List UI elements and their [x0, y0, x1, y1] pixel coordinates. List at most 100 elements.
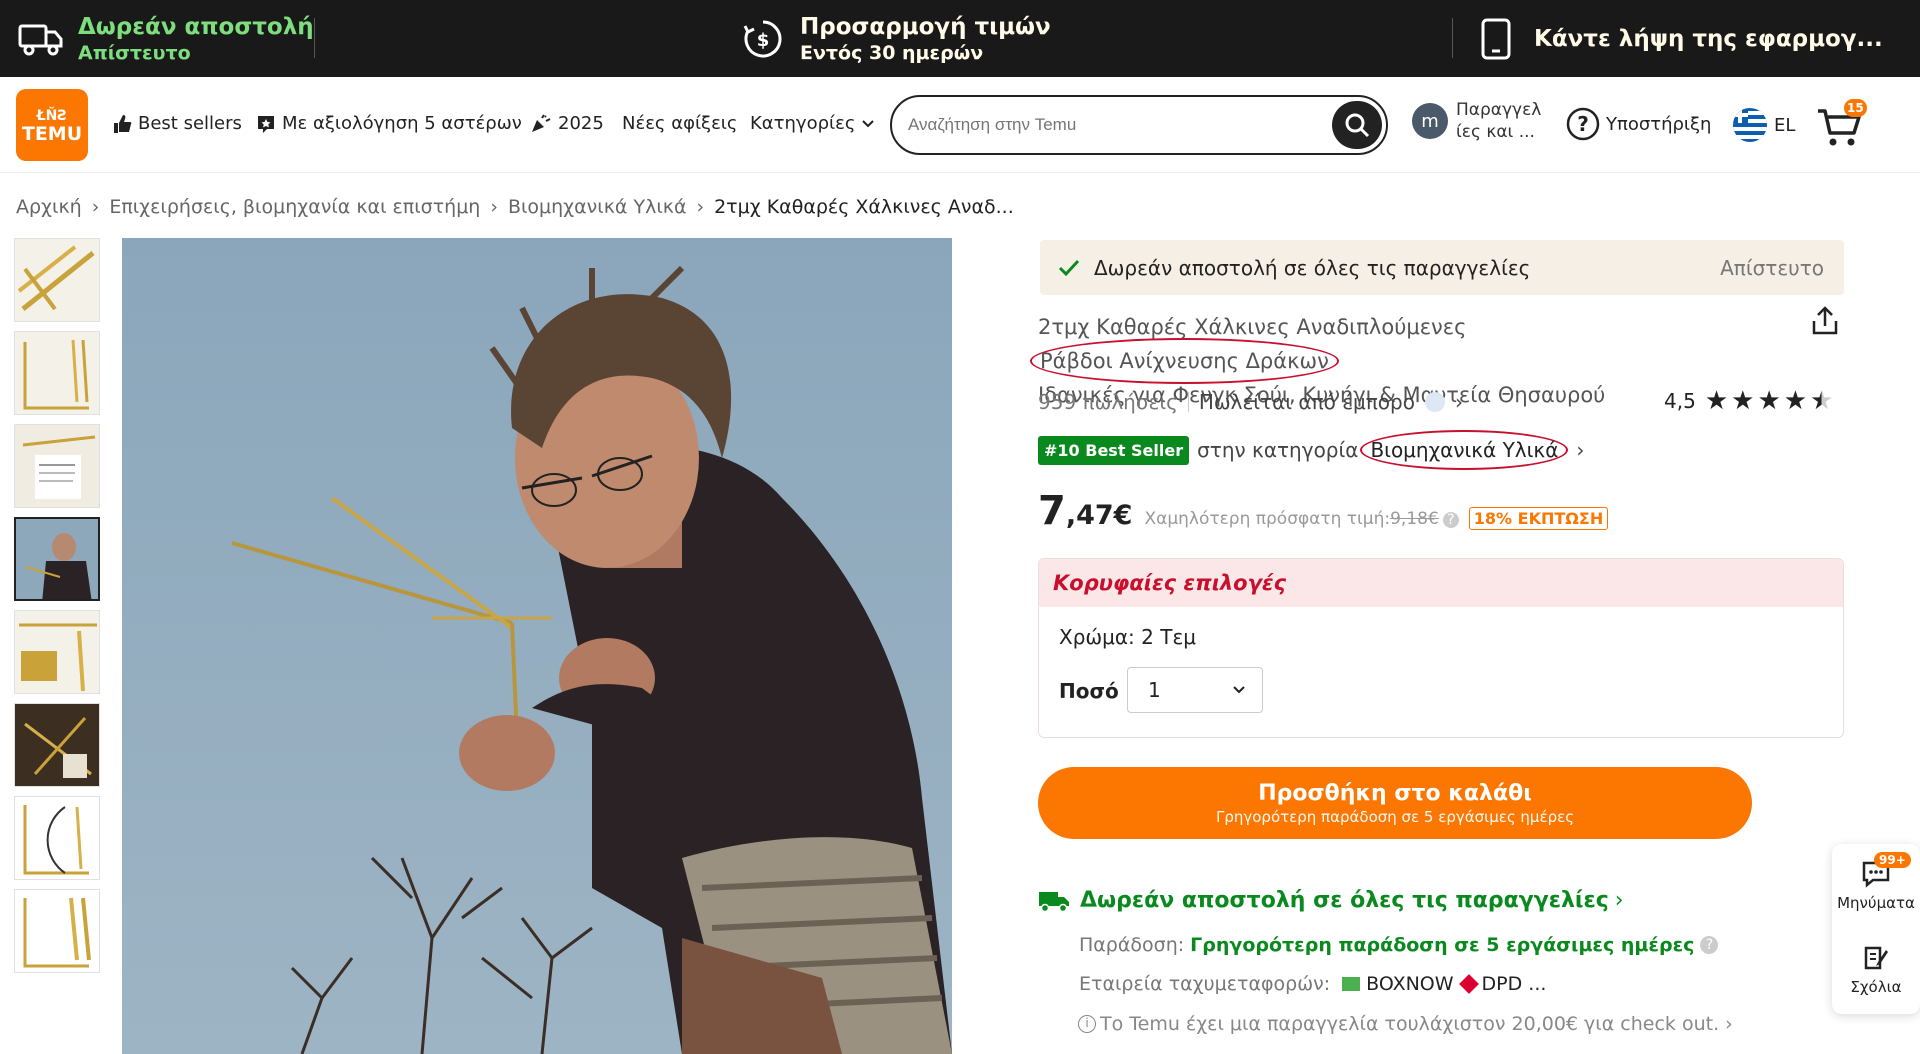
- nav-categories[interactable]: Κατηγορίες: [750, 113, 875, 134]
- breadcrumb-subcategory[interactable]: Βιομηχανικά Υλικά: [508, 196, 687, 218]
- thumbnail-6[interactable]: [14, 703, 100, 787]
- delivery-value: Γρηγορότερη παράδοση σε 5 εργάσιμες ημέρ…: [1190, 934, 1695, 956]
- thumbnail-8[interactable]: [14, 889, 100, 973]
- support-link[interactable]: ? Υποστήριξη: [1566, 107, 1711, 141]
- price-adjust-promo[interactable]: $ Προσαρμογή τιμών Εντός 30 ημερών: [742, 0, 1051, 77]
- nav-five-star[interactable]: Με αξιολόγηση 5 αστέρων: [256, 113, 522, 134]
- messages-button[interactable]: 99+ Μηνύματα: [1832, 852, 1920, 912]
- sold-by[interactable]: Πωλείται από έμπορο: [1199, 390, 1415, 414]
- title-text: 2τμχ Καθαρές Χάλκινες Αναδιπλούμενες: [1038, 315, 1467, 339]
- nav-label: Best sellers: [138, 113, 242, 134]
- best-seller-badge: #10 Best Seller: [1038, 435, 1190, 465]
- breadcrumb-home[interactable]: Αρχική: [16, 196, 82, 218]
- thumbnail-7[interactable]: [14, 796, 100, 880]
- top-choices-panel: Κορυφαίες επιλογές Χρώμα: 2 Τεμ Ποσό 1: [1038, 558, 1844, 738]
- free-shipping-banner: Δωρεάν αποστολή σε όλες τις παραγγελίες …: [1040, 240, 1844, 295]
- party-popper-icon: [532, 113, 551, 132]
- breadcrumb-category[interactable]: Επιχειρήσεις, βιομηχανία και επιστήμη: [109, 196, 480, 218]
- color-label: Χρώμα: 2 Τεμ: [1059, 625, 1196, 649]
- free-shipping-banner-text: Δωρεάν αποστολή σε όλες τις παραγγελίες: [1094, 255, 1531, 280]
- nav-label: Κατηγορίες: [750, 113, 856, 134]
- nav-label: 2025: [558, 113, 604, 134]
- info-icon: ?: [1442, 512, 1459, 528]
- chevron-right-icon: ›: [1614, 888, 1624, 913]
- breadcrumb: Αρχική › Επιχειρήσεις, βιομηχανία και επι…: [16, 196, 1014, 218]
- help-circle-icon: ?: [1566, 107, 1600, 141]
- breadcrumb-separator: ›: [696, 196, 705, 218]
- main-product-image[interactable]: [122, 238, 952, 1054]
- half-star-icon: ★: [1810, 386, 1834, 416]
- add-to-cart-sublabel: Γρηγορότερη παράδοση σε 5 εργάσιμες ημέρ…: [1215, 807, 1575, 826]
- chevron-right-icon: ›: [1725, 1013, 1733, 1035]
- language-selector[interactable]: EL: [1732, 107, 1795, 143]
- chevron-down-icon: [862, 119, 875, 127]
- dollar-refresh-icon: $: [743, 20, 782, 57]
- top-promo-bar: Δωρεάν αποστολή Απίστευτο $ Προσαρμογή τ…: [0, 0, 1920, 77]
- delivery-row: Παράδοση: Γρηγορότερη παράδοση σε 5 εργά…: [1079, 934, 1719, 956]
- add-to-cart-button[interactable]: Προσθήκη στο καλάθι Γρηγορότερη παράδοση…: [1038, 767, 1752, 839]
- price-adjust-subtitle: Εντός 30 ημερών: [800, 41, 984, 64]
- breadcrumb-separator: ›: [490, 196, 498, 218]
- breadcrumb-current: 2τμχ Καθαρές Χάλκινες Αναδ...: [714, 196, 1014, 218]
- shipping-link-text: Δωρεάν αποστολή σε όλες τις παραγγελίες: [1080, 888, 1609, 913]
- floating-panel: 99+ Μηνύματα Σχόλια: [1832, 844, 1920, 1014]
- thumbnail-4-selected[interactable]: [14, 517, 100, 601]
- category-link[interactable]: Βιομηχανικά Υλικά: [1360, 430, 1569, 470]
- merchant-icon: [1424, 392, 1445, 412]
- thumbnail-2[interactable]: [14, 331, 100, 415]
- sales-row: 959 πωλήσεις Πωλείται από έμπορο ›: [1038, 390, 1463, 414]
- boxnow-icon: [1342, 977, 1361, 991]
- info-icon: ?: [1700, 936, 1719, 954]
- shipping-subtitle: Απίστευτο: [78, 41, 191, 64]
- nav-new-arrivals[interactable]: Νέες αφίξεις: [622, 113, 737, 134]
- truck-icon: [18, 24, 63, 55]
- divider: [1452, 18, 1453, 58]
- temu-logo[interactable]: ŁŇƧ TEMU: [16, 89, 88, 161]
- quantity-select[interactable]: 1: [1127, 667, 1263, 713]
- chevron-right-icon: ›: [1576, 438, 1585, 462]
- free-shipping-banner-tag: Απίστευτο: [1720, 255, 1824, 280]
- add-to-cart-label: Προσθήκη στο καλάθι: [1258, 780, 1532, 806]
- comments-label: Σχόλια: [1850, 978, 1902, 996]
- feedback-button[interactable]: Σχόλια: [1832, 944, 1920, 996]
- share-icon[interactable]: [1810, 305, 1840, 337]
- search-input[interactable]: [908, 111, 1308, 139]
- nav-2025[interactable]: 2025: [530, 113, 604, 134]
- rating-value: 4,5: [1664, 389, 1696, 413]
- product-photo: [122, 238, 952, 1054]
- svg-text:$: $: [757, 30, 770, 51]
- checkout-note-row[interactable]: i Το Temu έχει μια παραγγελία τουλάχιστο…: [1078, 1013, 1733, 1035]
- price-integer: 7: [1038, 488, 1066, 534]
- shipping-title: Δωρεάν αποστολή: [78, 13, 314, 40]
- quantity-label: Ποσό: [1059, 679, 1119, 703]
- avatar: m: [1412, 103, 1448, 139]
- nav-label: Με αξιολόγηση 5 αστέρων: [282, 113, 522, 134]
- nav-best-sellers[interactable]: Best sellers: [112, 113, 242, 134]
- thumbs-up-icon: [114, 114, 132, 133]
- rating[interactable]: 4,5 ★ ★ ★ ★ ★: [1664, 386, 1833, 416]
- search-bar: [890, 95, 1388, 155]
- best-seller-row: #10 Best Seller στην κατηγορία Βιομηχανι…: [1038, 430, 1584, 470]
- search-icon: [1345, 113, 1370, 138]
- star-icon: ★: [1704, 386, 1729, 416]
- info-circle-icon: i: [1078, 1015, 1096, 1033]
- thumbnail-3[interactable]: [14, 424, 100, 508]
- shipping-link[interactable]: Δωρεάν αποστολή σε όλες τις παραγγελίες …: [1038, 888, 1624, 913]
- svg-text:?: ?: [1577, 112, 1589, 136]
- language-code: EL: [1774, 114, 1796, 136]
- messages-label: Μηνύματα: [1837, 894, 1915, 912]
- account-menu[interactable]: m Παραγγελ ίες και ...: [1412, 99, 1544, 143]
- download-app-promo[interactable]: Κάντε λήψη της εφαρμογ...: [1480, 0, 1883, 77]
- courier-dpd[interactable]: DPD ...: [1482, 973, 1547, 995]
- messages-badge: 99+: [1874, 852, 1911, 868]
- search-button[interactable]: [1332, 101, 1382, 149]
- cart-button[interactable]: 15: [1816, 99, 1867, 149]
- courier-row: Εταιρεία ταχυμεταφορών: BOXNOW DPD ...: [1079, 973, 1546, 995]
- free-shipping-promo[interactable]: Δωρεάν αποστολή Απίστευτο: [18, 0, 314, 77]
- top-choices-title: Κορυφαίες επιλογές: [1053, 571, 1287, 595]
- thumbnail-5[interactable]: [14, 610, 100, 694]
- chevron-down-icon: [1233, 686, 1245, 694]
- truck-icon: [1039, 891, 1069, 912]
- greece-flag-icon: [1733, 108, 1767, 142]
- thumbnail-1[interactable]: [14, 238, 100, 322]
